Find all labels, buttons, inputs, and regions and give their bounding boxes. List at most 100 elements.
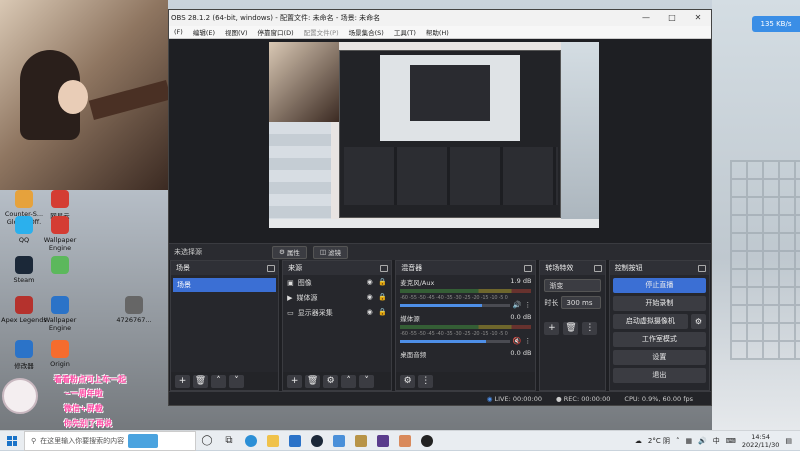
scene-item[interactable]: 场景 [173, 278, 277, 292]
undock-icon[interactable] [698, 264, 706, 272]
qq-icon [15, 216, 33, 234]
trash-icon[interactable]: 🗑 [193, 374, 208, 388]
volume-icon[interactable]: 🔊 [698, 437, 707, 445]
more-icon[interactable]: ⋮ [524, 337, 531, 345]
lock-icon[interactable]: 🔒 [378, 278, 387, 287]
mail-icon[interactable] [284, 431, 306, 451]
gear-icon[interactable]: ⚙ [691, 314, 706, 329]
menu-help[interactable]: 帮助(H) [421, 27, 454, 37]
more-icon[interactable]: ⋮ [582, 322, 598, 335]
input-method-icon[interactable]: ⌨ [726, 437, 736, 445]
exit-button[interactable]: 退出 [612, 368, 706, 383]
weather-text[interactable]: 2°C 阴 [648, 436, 670, 446]
search-icon: ⚲ [31, 436, 37, 445]
menu-file[interactable]: (F) [169, 28, 188, 36]
wallpaper-engine-icon [51, 216, 69, 234]
more-icon[interactable]: ⋮ [418, 374, 434, 388]
chevron-down-icon[interactable]: ˅ [359, 374, 375, 388]
eye-icon[interactable]: ◉ [365, 308, 374, 317]
menu-view[interactable]: 视图(V) [220, 27, 253, 37]
speaker-icon[interactable]: 🔊 [513, 301, 522, 309]
chevron-up-icon[interactable]: ˄ [676, 437, 680, 445]
source-row[interactable]: ▶ 媒体源 ◉ 🔒 [283, 290, 391, 305]
lock-icon[interactable]: 🔒 [378, 308, 387, 317]
desktop-icon[interactable]: Origin [36, 340, 84, 368]
lock-icon[interactable]: 🔒 [378, 293, 387, 302]
network-app-icon[interactable] [328, 431, 350, 451]
desktop-icon[interactable]: Wallpaper Engine [36, 296, 84, 332]
undock-icon[interactable] [593, 264, 602, 272]
filters-button[interactable]: ◫ 滤镜 [312, 245, 348, 259]
stream-overlay-text: 微信+屏截 [64, 404, 103, 413]
start-recording-button[interactable]: 开始录制 [612, 296, 706, 311]
studio-mode-button[interactable]: 工作室模式 [612, 332, 706, 347]
weather-icon[interactable]: ☁ [635, 437, 642, 445]
desktop-icon[interactable]: Wallpaper Engine [36, 216, 84, 252]
start-button[interactable] [0, 431, 24, 451]
source-row[interactable]: ▭ 显示器采集 ◉ 🔒 [283, 305, 391, 320]
chevron-up-icon[interactable]: ˄ [211, 374, 226, 388]
eye-icon[interactable]: ◉ [365, 278, 374, 287]
volume-slider[interactable] [400, 303, 510, 307]
mascot-avatar [2, 378, 38, 414]
undock-icon[interactable] [380, 264, 389, 272]
desktop-icon[interactable]: 4726767... [110, 296, 158, 324]
transition-select[interactable]: 渐变 [544, 279, 601, 292]
chevron-up-icon[interactable]: ˄ [341, 374, 357, 388]
source-toolbar: 未选择源 ⚙ 属性 ◫ 滤镜 [169, 243, 711, 260]
menu-profile[interactable]: 配置文件(P) [299, 27, 344, 37]
speaker-muted-icon[interactable]: 🔇 [513, 337, 522, 345]
notification-icon[interactable]: ▤ [785, 437, 792, 445]
ime-indicator[interactable]: 中 [713, 436, 720, 446]
menu-scene-collection[interactable]: 场景集合(S) [344, 27, 389, 37]
file-icon [125, 296, 143, 314]
duration-input[interactable]: 300 ms [561, 296, 601, 309]
folder-icon[interactable] [262, 431, 284, 451]
menu-tools[interactable]: 工具(T) [389, 27, 421, 37]
network-icon[interactable]: ▦ [685, 437, 692, 445]
undock-icon[interactable] [524, 264, 533, 272]
live-status: ◉ LIVE: 00:00:00 [486, 394, 543, 403]
chevron-down-icon[interactable]: ˅ [229, 374, 244, 388]
obs-icon[interactable] [416, 431, 438, 451]
volume-slider[interactable] [400, 339, 510, 343]
gear-icon[interactable]: ⚙ [323, 374, 339, 388]
undock-icon[interactable] [267, 264, 276, 272]
menu-edit[interactable]: 编辑(E) [188, 27, 220, 37]
desktop-icon[interactable] [36, 256, 84, 276]
preview-canvas[interactable] [269, 42, 599, 228]
avatar-app-icon[interactable] [394, 431, 416, 451]
task-view-icon[interactable]: ⧉ [218, 431, 240, 451]
menu-docks[interactable]: 停靠窗口(D) [253, 27, 299, 37]
sources-title: 来源 [288, 264, 303, 272]
trash-icon[interactable]: 🗑 [563, 322, 579, 335]
gear-icon[interactable]: ⚙ [400, 374, 416, 388]
add-icon[interactable]: + [287, 374, 303, 388]
league-icon[interactable] [350, 431, 372, 451]
source-row[interactable]: ▣ 图像 ◉ 🔒 [283, 275, 391, 290]
clock[interactable]: 14:54 2022/11/30 [742, 433, 779, 449]
properties-button[interactable]: ⚙ 属性 [272, 245, 307, 259]
controls-title: 控制按钮 [614, 264, 643, 272]
trash-icon[interactable]: 🗑 [305, 374, 321, 388]
stream-overlay-text: 看看粉点可上车一起 [54, 375, 126, 384]
minimize-icon[interactable]: — [633, 10, 659, 26]
start-virtual-camera-button[interactable]: 启动虚拟摄像机 [612, 314, 688, 329]
settings-button[interactable]: 设置 [612, 350, 706, 365]
steam-icon[interactable] [306, 431, 328, 451]
add-icon[interactable]: + [544, 322, 560, 335]
game-app-icon[interactable] [372, 431, 394, 451]
cortana-icon[interactable]: ◯ [196, 431, 218, 451]
netease-music-icon [51, 190, 69, 208]
stop-streaming-button[interactable]: 停止直播 [612, 278, 706, 293]
taskbar-search[interactable]: ⚲ 在这里输入你要搜索的内容 [24, 430, 196, 451]
eye-icon[interactable]: ◉ [365, 293, 374, 302]
tool-icon [15, 340, 33, 358]
maximize-icon[interactable]: □ [659, 10, 685, 26]
edge-icon[interactable] [240, 431, 262, 451]
close-icon[interactable]: ✕ [685, 10, 711, 26]
add-icon[interactable]: + [175, 374, 190, 388]
gear-icon: ⚙ [279, 248, 285, 256]
more-icon[interactable]: ⋮ [524, 301, 531, 309]
preview-area[interactable]: 未选择源 ⚙ 属性 ◫ 滤镜 [169, 39, 711, 260]
